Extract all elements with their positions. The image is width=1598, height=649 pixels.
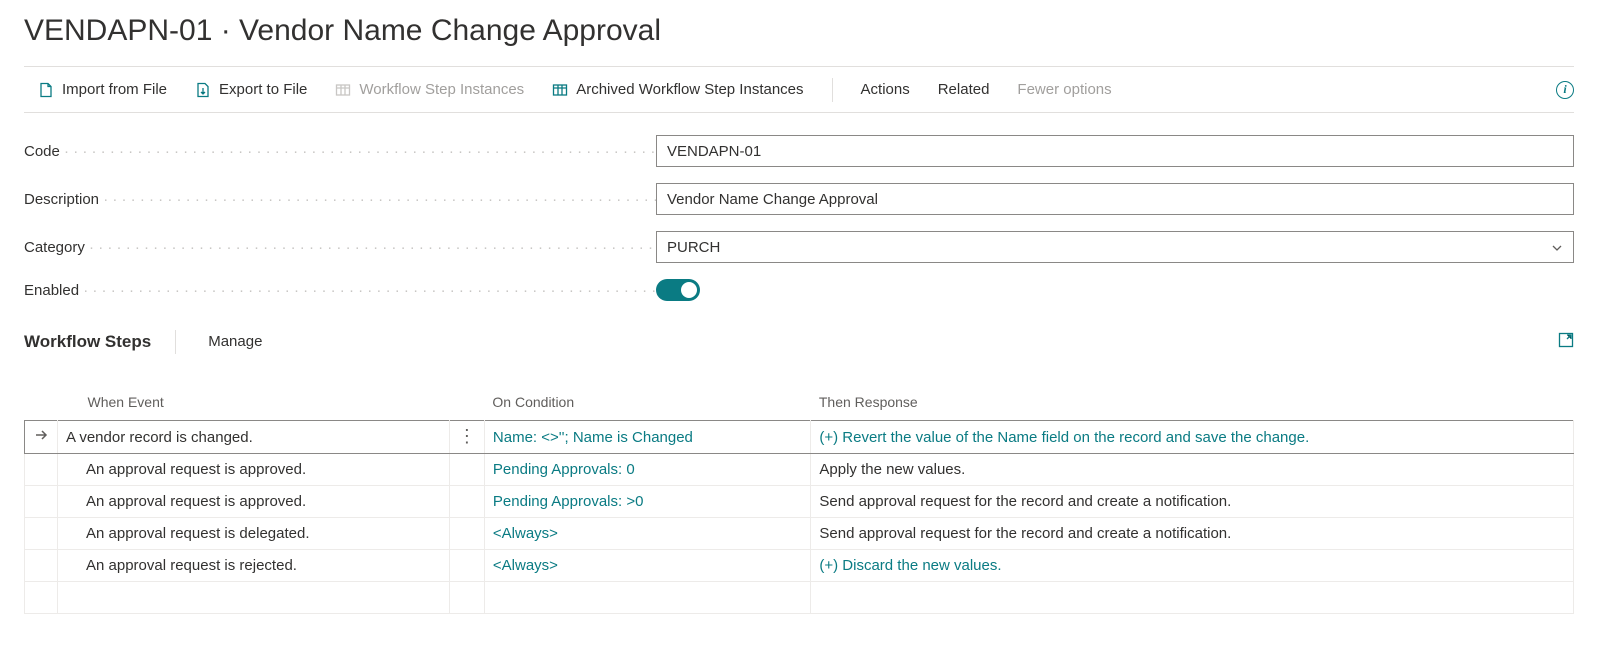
- export-to-file-button[interactable]: Export to File: [181, 75, 321, 104]
- manage-menu[interactable]: Manage: [200, 329, 270, 354]
- import-from-file-button[interactable]: Import from File: [24, 75, 181, 104]
- workflow-step-instances-button: Workflow Step Instances: [321, 75, 538, 104]
- row-selector[interactable]: [25, 421, 58, 454]
- form-area: Code Description Category PURCH Enabled: [24, 113, 1574, 301]
- row-menu[interactable]: [449, 582, 484, 614]
- condition-cell[interactable]: <Always>: [484, 518, 810, 550]
- awfsi-label: Archived Workflow Step Instances: [576, 81, 803, 98]
- related-label: Related: [938, 81, 990, 98]
- response-cell[interactable]: (+) Revert the value of the Name field o…: [811, 421, 1574, 454]
- expand-icon[interactable]: [1558, 332, 1574, 352]
- category-label: Category: [24, 239, 656, 256]
- event-cell[interactable]: An approval request is approved.: [58, 454, 450, 486]
- response-cell[interactable]: Send approval request for the record and…: [811, 518, 1574, 550]
- code-field[interactable]: [656, 135, 1574, 167]
- row-menu[interactable]: [449, 550, 484, 582]
- category-select[interactable]: PURCH: [656, 231, 1574, 263]
- col-header-condition[interactable]: On Condition: [484, 386, 810, 421]
- description-field[interactable]: [656, 183, 1574, 215]
- row-selector[interactable]: [25, 454, 58, 486]
- row-selector[interactable]: [25, 582, 58, 614]
- actions-menu[interactable]: Actions: [847, 75, 924, 104]
- table-icon: [335, 82, 351, 98]
- actions-label: Actions: [861, 81, 910, 98]
- chevron-down-icon: [1551, 241, 1563, 253]
- condition-cell[interactable]: <Always>: [484, 550, 810, 582]
- description-label: Description: [24, 191, 656, 208]
- fewer-options-button[interactable]: Fewer options: [1003, 75, 1125, 104]
- event-cell[interactable]: An approval request is rejected.: [58, 550, 450, 582]
- event-cell[interactable]: An approval request is approved.: [58, 486, 450, 518]
- toolbar: Import from File Export to File Workflow…: [24, 66, 1574, 113]
- event-cell[interactable]: An approval request is delegated.: [58, 518, 450, 550]
- response-cell[interactable]: (+) Discard the new values.: [811, 550, 1574, 582]
- condition-cell[interactable]: Name: <>''; Name is Changed: [484, 421, 810, 454]
- row-selector[interactable]: [25, 486, 58, 518]
- event-cell[interactable]: A vendor record is changed.: [58, 421, 450, 454]
- vertical-dots-icon: ⋮: [458, 426, 476, 446]
- row-menu[interactable]: [449, 518, 484, 550]
- toolbar-separator: [832, 78, 833, 102]
- col-header-event[interactable]: When Event: [58, 386, 450, 421]
- enabled-label: Enabled: [24, 282, 656, 299]
- export-label: Export to File: [219, 81, 307, 98]
- arrow-right-icon: [33, 430, 49, 447]
- document-export-icon: [195, 82, 211, 98]
- row-menu[interactable]: ⋮: [449, 421, 484, 454]
- row-selector[interactable]: [25, 518, 58, 550]
- response-cell[interactable]: Send approval request for the record and…: [811, 486, 1574, 518]
- condition-cell[interactable]: Pending Approvals: 0: [484, 454, 810, 486]
- workflow-steps-title: Workflow Steps: [24, 332, 151, 352]
- enabled-toggle[interactable]: [656, 279, 700, 301]
- table-row[interactable]: An approval request is approved. Pending …: [25, 454, 1574, 486]
- table-row[interactable]: An approval request is delegated. <Always…: [25, 518, 1574, 550]
- condition-cell[interactable]: [484, 582, 810, 614]
- response-cell[interactable]: Apply the new values.: [811, 454, 1574, 486]
- table-archived-icon: [552, 82, 568, 98]
- archived-workflow-step-instances-button[interactable]: Archived Workflow Step Instances: [538, 75, 817, 104]
- related-menu[interactable]: Related: [924, 75, 1004, 104]
- response-cell[interactable]: [811, 582, 1574, 614]
- code-label: Code: [24, 143, 656, 160]
- document-import-icon: [38, 82, 54, 98]
- table-row[interactable]: An approval request is rejected. <Always>…: [25, 550, 1574, 582]
- import-label: Import from File: [62, 81, 167, 98]
- toggle-knob: [681, 282, 697, 298]
- table-row[interactable]: A vendor record is changed. ⋮ Name: <>''; …: [25, 421, 1574, 454]
- event-cell[interactable]: [58, 582, 450, 614]
- wfsi-label: Workflow Step Instances: [359, 81, 524, 98]
- workflow-steps-header: Workflow Steps Manage: [24, 317, 1574, 358]
- fewer-options-label: Fewer options: [1017, 81, 1111, 98]
- condition-cell[interactable]: Pending Approvals: >0: [484, 486, 810, 518]
- workflow-steps-grid: When Event On Condition Then Response A …: [24, 386, 1574, 614]
- row-selector[interactable]: [25, 550, 58, 582]
- page-title: VENDAPN-01 · Vendor Name Change Approval: [24, 0, 1574, 66]
- info-icon[interactable]: i: [1556, 81, 1574, 99]
- table-row[interactable]: An approval request is approved. Pending …: [25, 486, 1574, 518]
- row-menu[interactable]: [449, 454, 484, 486]
- col-header-response[interactable]: Then Response: [811, 386, 1574, 421]
- category-value: PURCH: [667, 239, 720, 256]
- row-menu[interactable]: [449, 486, 484, 518]
- table-row[interactable]: [25, 582, 1574, 614]
